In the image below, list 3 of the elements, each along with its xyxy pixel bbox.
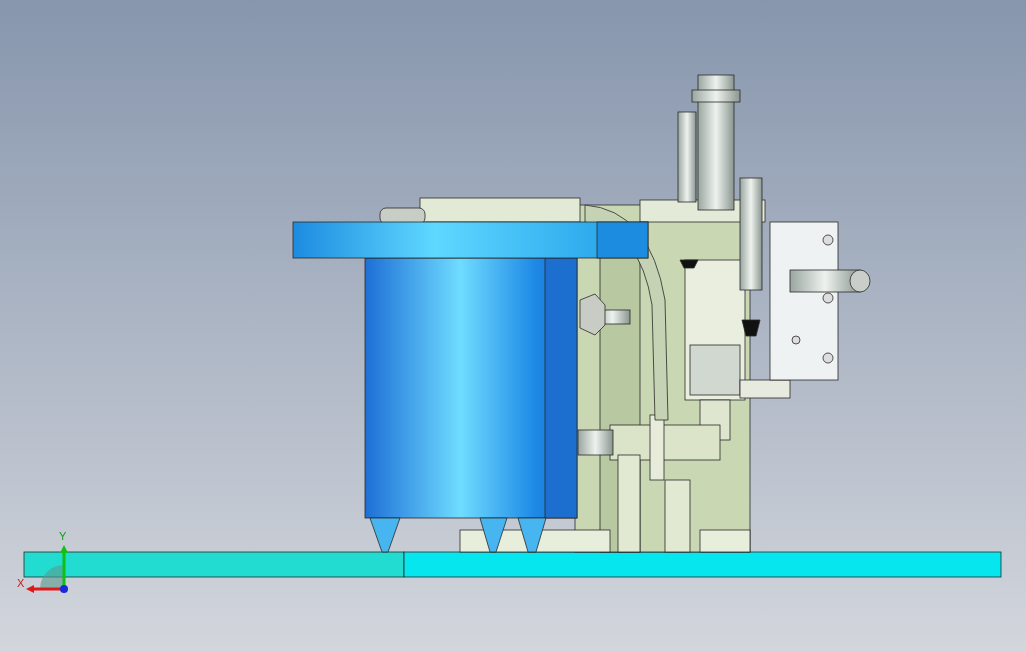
axis-triad-icon bbox=[26, 545, 71, 595]
y-axis-label: Y bbox=[59, 531, 67, 542]
x-axis-label: X bbox=[17, 578, 25, 589]
